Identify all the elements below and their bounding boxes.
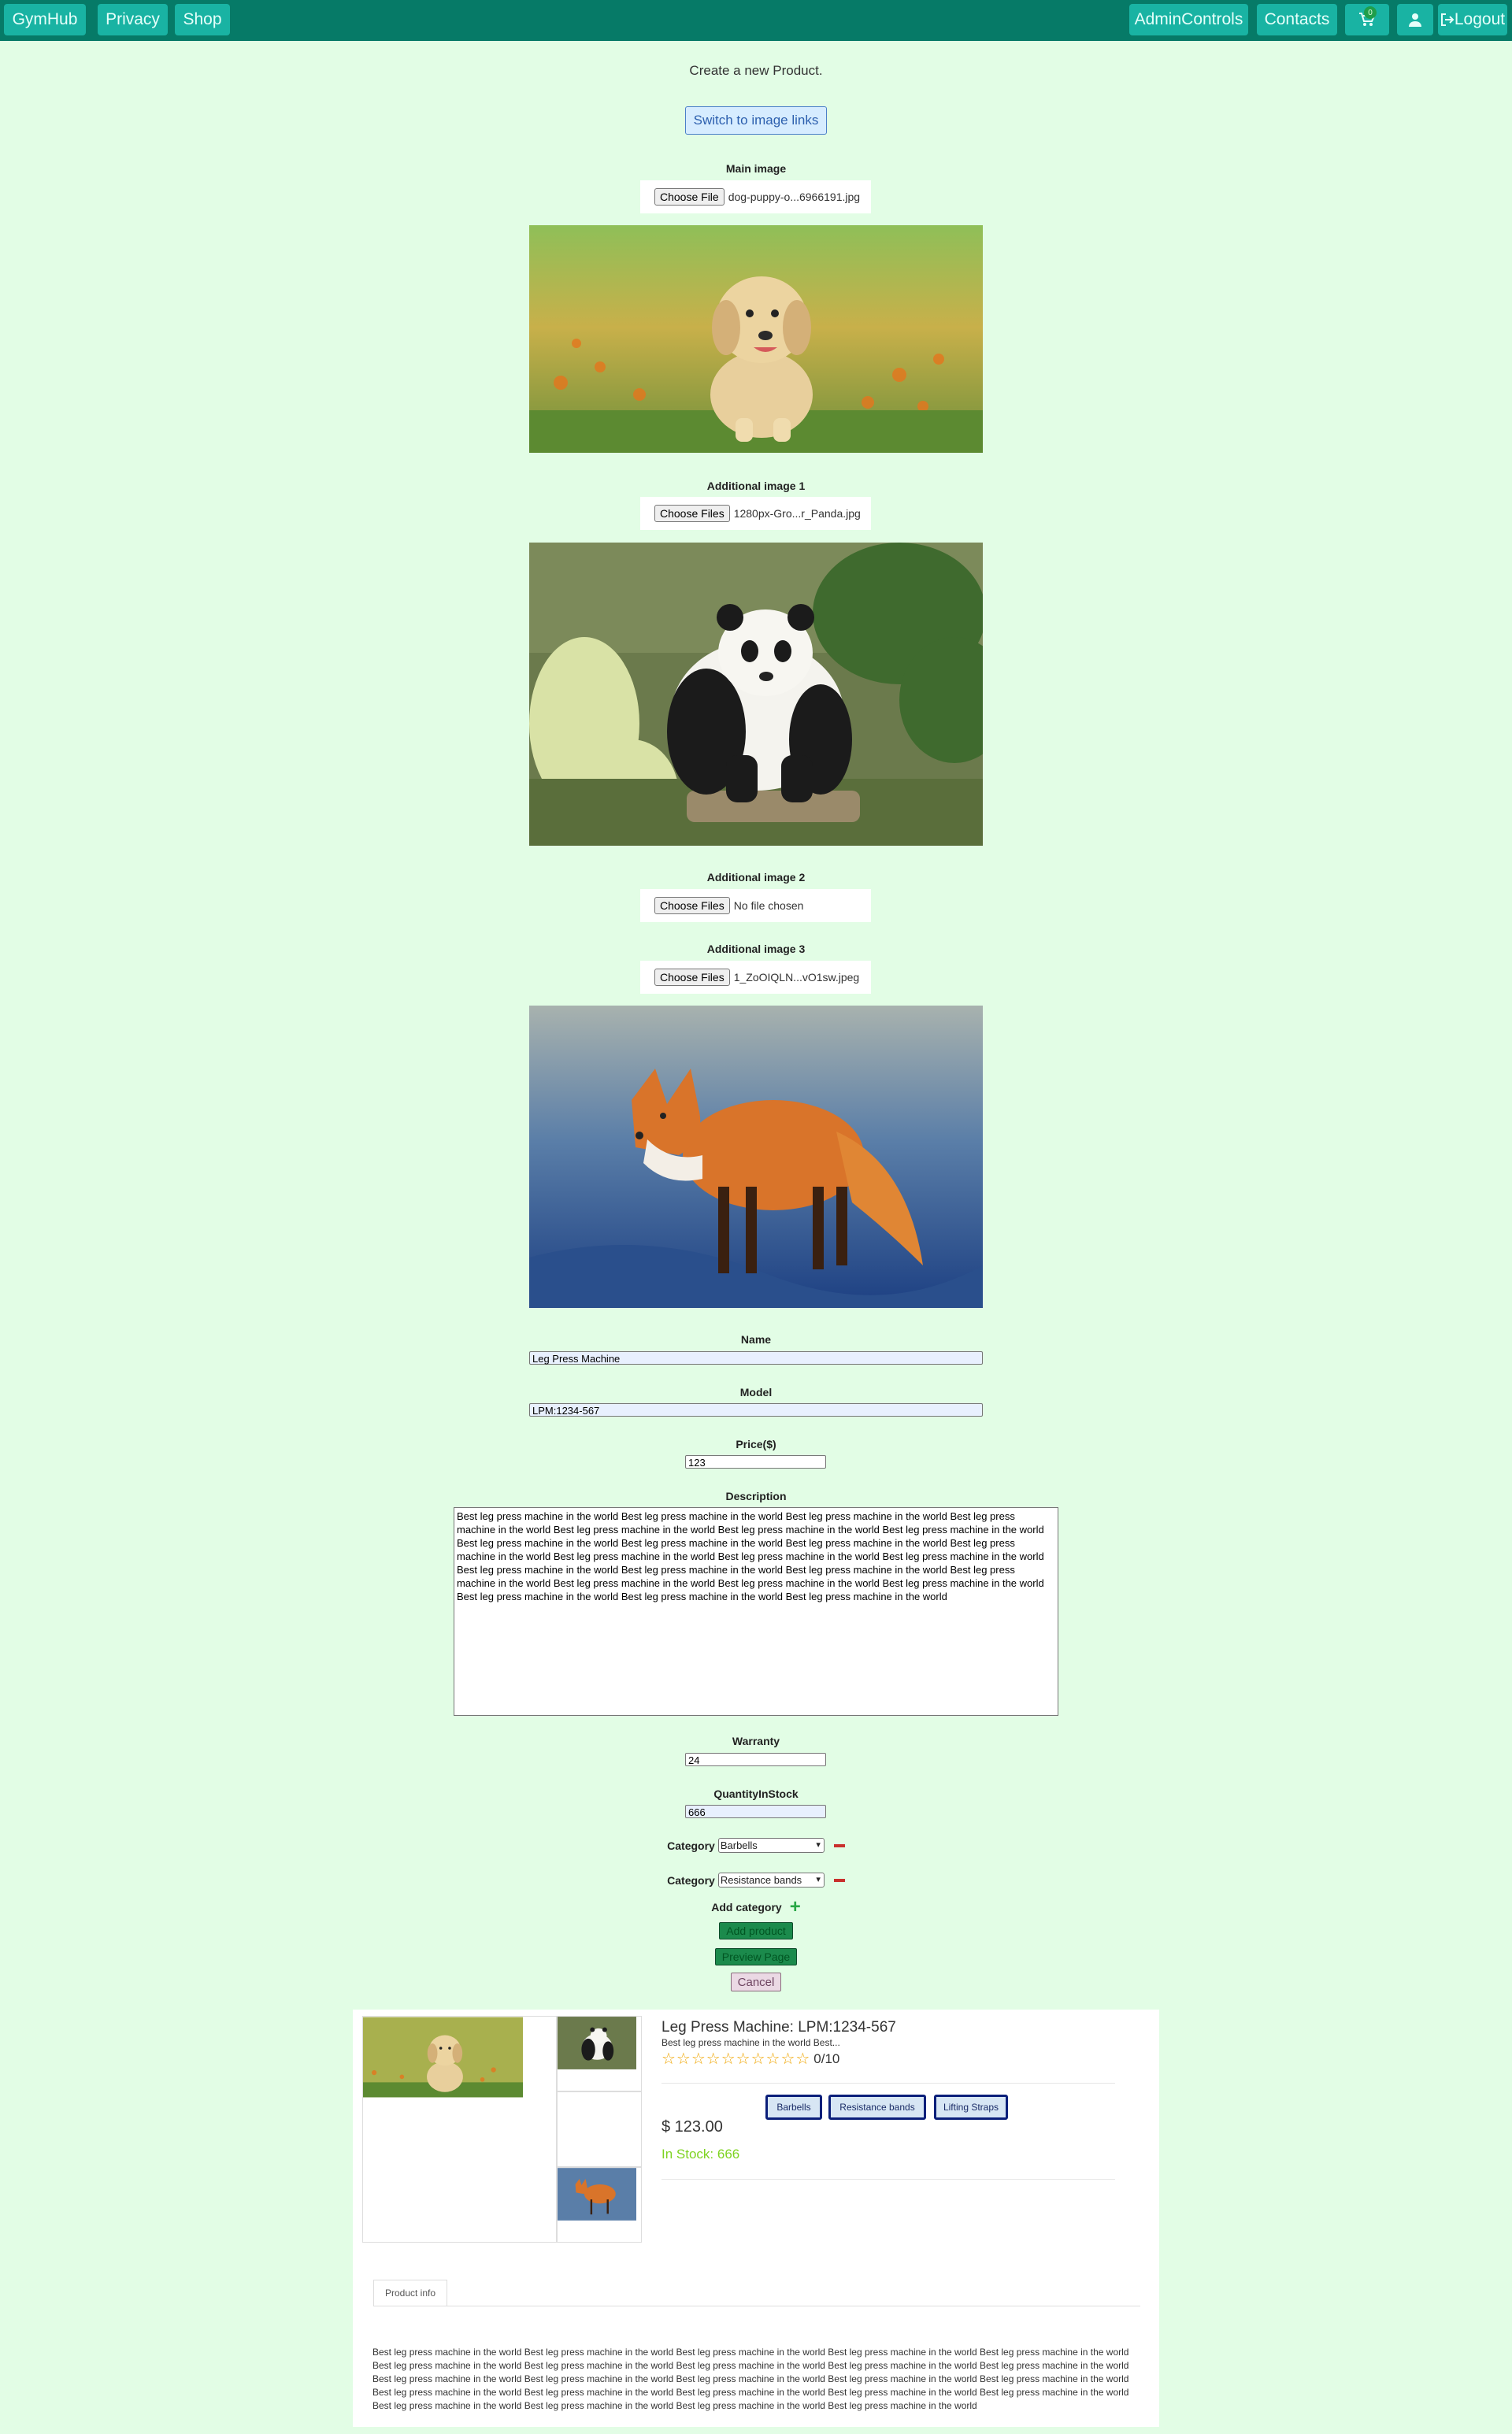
category-label-2: Category [667, 1873, 715, 1887]
choose-file-button[interactable]: Choose File [654, 188, 724, 206]
preview-thumb-1-image [558, 2017, 636, 2069]
preview-main-image [363, 2017, 523, 2098]
additional-image-1-preview [529, 543, 983, 846]
preview-thumb-3[interactable] [557, 2167, 642, 2243]
price-input[interactable]: 123 [685, 1455, 826, 1469]
admin-controls-link[interactable]: AdminControls [1129, 4, 1248, 35]
additional-image-1-label: Additional image 1 [706, 480, 806, 492]
price-label: Price($) [736, 1438, 776, 1450]
remove-category-2-button[interactable] [833, 1878, 845, 1882]
cart-button[interactable]: 0 [1345, 4, 1389, 35]
choose-files-button-1[interactable]: Choose Files [654, 505, 730, 522]
category-chip-barbells[interactable]: Barbells [765, 2095, 822, 2120]
quantity-label: QuantityInStock [713, 1788, 799, 1800]
choose-files-button-3[interactable]: Choose Files [654, 969, 730, 986]
switch-to-image-links-button[interactable]: Switch to image links [685, 106, 827, 135]
category-label-1: Category [667, 1839, 715, 1852]
category-select-2[interactable]: Resistance bands ▾ [717, 1873, 825, 1888]
additional-image-3-label: Additional image 3 [706, 943, 806, 955]
warranty-label: Warranty [732, 1735, 780, 1747]
brand-link[interactable]: GymHub [4, 4, 86, 35]
user-icon [1409, 13, 1421, 27]
category-select-1[interactable]: Barbells ▾ [717, 1838, 825, 1853]
model-input[interactable]: LPM:1234-567 [529, 1403, 983, 1417]
account-button[interactable] [1397, 4, 1433, 35]
preview-rating: ☆☆☆☆☆☆☆☆☆☆ 0/10 [662, 2049, 839, 2069]
additional-image-3-filename: 1_ZoOIQLN...vO1sw.jpeg [733, 971, 860, 984]
tab-product-info[interactable]: Product info [373, 2280, 447, 2306]
chevron-down-icon: ▾ [816, 1840, 821, 1850]
add-category-label: Add category [711, 1901, 782, 1913]
shop-link[interactable]: Shop [175, 4, 230, 35]
warranty-input[interactable]: 24 [685, 1753, 826, 1766]
preview-stock: In Stock: 666 [662, 2147, 740, 2162]
privacy-link[interactable]: Privacy [98, 4, 168, 35]
add-category-plus-icon[interactable]: + [790, 1898, 801, 1917]
preview-short-description: Best leg press machine in the world Best… [662, 2037, 840, 2048]
additional-image-1-file-input[interactable]: Choose Files 1280px-Gro...r_Panda.jpg [640, 497, 871, 530]
logout-label: Logout [1454, 10, 1506, 28]
category-select-2-value: Resistance bands [720, 1874, 802, 1886]
rating-value: 0/10 [813, 2051, 840, 2066]
star-rating-icons[interactable]: ☆☆☆☆☆☆☆☆☆☆ [662, 2049, 810, 2069]
preview-page-button[interactable]: Preview Page [715, 1948, 797, 1965]
cancel-button[interactable]: Cancel [731, 1973, 781, 1991]
contacts-link[interactable]: Contacts [1257, 4, 1337, 35]
preview-gallery-main [362, 2016, 557, 2243]
preview-thumb-2[interactable] [557, 2091, 642, 2167]
name-input[interactable]: Leg Press Machine [529, 1351, 983, 1365]
main-image-label: Main image [725, 162, 787, 175]
preview-full-description: Best leg press machine in the world Best… [372, 2347, 1129, 2411]
category-chip-resistance-bands[interactable]: Resistance bands [828, 2095, 926, 2120]
main-image-file-input[interactable]: Choose File dog-puppy-o...6966191.jpg [640, 180, 871, 213]
description-label: Description [725, 1490, 787, 1502]
additional-image-3-preview [529, 1006, 983, 1308]
model-label: Model [739, 1386, 773, 1399]
choose-files-button-2[interactable]: Choose Files [654, 897, 730, 914]
main-image-filename: dog-puppy-o...6966191.jpg [728, 191, 861, 203]
main-image-preview [529, 225, 983, 453]
additional-image-2-file-input[interactable]: Choose Files No file chosen [640, 889, 871, 922]
logout-icon [1440, 13, 1455, 26]
cart-count-badge: 0 [1364, 6, 1377, 19]
page-title: Create a new Product. [689, 63, 823, 78]
preview-thumb-3-image [558, 2168, 636, 2221]
category-select-1-value: Barbells [720, 1839, 758, 1851]
preview-thumb-1[interactable] [557, 2016, 642, 2091]
description-textarea[interactable]: Best leg press machine in the world Best… [454, 1507, 1058, 1716]
navbar: GymHub Privacy Shop AdminControls Contac… [0, 0, 1512, 41]
category-row-1: Category Barbells ▾ [0, 1838, 1512, 1853]
remove-category-1-button[interactable] [833, 1843, 845, 1847]
category-row-2: Category Resistance bands ▾ [0, 1873, 1512, 1888]
quantity-input[interactable]: 666 [685, 1805, 826, 1818]
additional-image-3-file-input[interactable]: Choose Files 1_ZoOIQLN...vO1sw.jpeg [640, 961, 871, 994]
additional-image-1-filename: 1280px-Gro...r_Panda.jpg [733, 507, 861, 520]
name-label: Name [740, 1333, 772, 1346]
logout-button[interactable]: Logout [1438, 4, 1507, 35]
chevron-down-icon: ▾ [816, 1875, 821, 1884]
preview-price: $ 123.00 [662, 2118, 723, 2136]
add-category-row: Add category + [0, 1898, 1512, 1917]
product-preview: Leg Press Machine: LPM:1234-567 Best leg… [353, 2010, 1159, 2427]
additional-image-2-label: Additional image 2 [706, 871, 806, 884]
preview-product-title: Leg Press Machine: LPM:1234-567 [662, 2019, 896, 2036]
divider [662, 2179, 1115, 2180]
category-chip-lifting-straps[interactable]: Lifting Straps [934, 2095, 1008, 2120]
divider [662, 2083, 1115, 2084]
additional-image-2-filename: No file chosen [733, 899, 804, 912]
add-product-button[interactable]: Add product [719, 1922, 793, 1939]
